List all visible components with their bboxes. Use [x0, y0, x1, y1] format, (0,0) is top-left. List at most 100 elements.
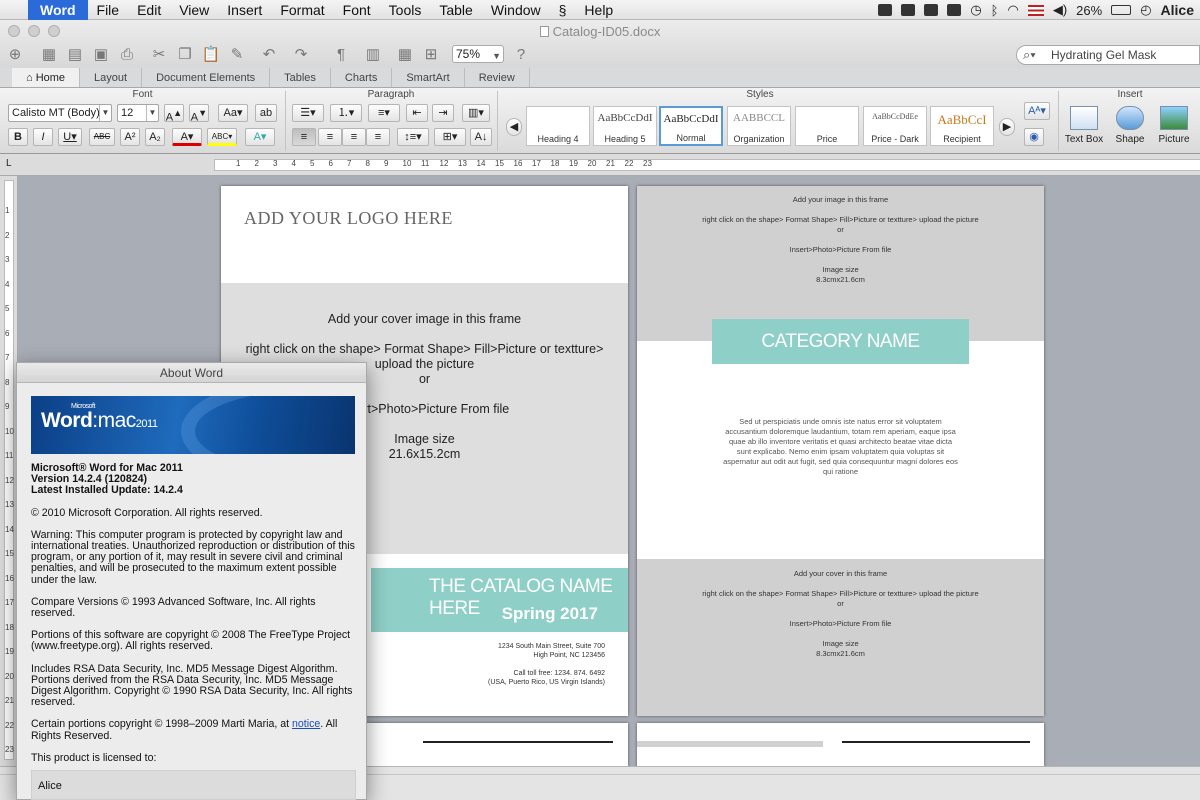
- paste-icon[interactable]: 📋: [200, 44, 222, 64]
- font-name-select[interactable]: Calisto MT (Body) ▼: [8, 104, 112, 122]
- shrink-font-icon[interactable]: A▼: [189, 104, 209, 124]
- tab-stop-icon[interactable]: L: [6, 158, 12, 169]
- menu-window[interactable]: Window: [482, 0, 550, 20]
- style-price[interactable]: Price: [795, 106, 859, 146]
- zoom-select[interactable]: 75% ▼: [452, 45, 504, 63]
- line-spacing-icon[interactable]: ↕≡▾: [397, 128, 429, 146]
- clock-icon[interactable]: ◴: [1140, 2, 1151, 18]
- tab-smartart[interactable]: SmartArt: [392, 68, 465, 87]
- clear-formatting-icon[interactable]: ab: [255, 104, 277, 122]
- justify-icon[interactable]: ≡: [366, 128, 390, 146]
- about-word-dialog[interactable]: About Word Microsoft Word:mac2011 Microso…: [16, 362, 367, 800]
- new-document-icon[interactable]: ⊕: [4, 44, 26, 64]
- tab-document-elements[interactable]: Document Elements: [142, 68, 271, 87]
- manage-styles-icon[interactable]: Aᴬ▾: [1024, 102, 1050, 120]
- flag-icon[interactable]: [1027, 4, 1044, 16]
- show-formatting-icon[interactable]: ¶: [330, 44, 352, 64]
- bluetooth-icon[interactable]: ᛒ: [991, 3, 999, 18]
- category-name-band[interactable]: CATEGORY NAME: [712, 319, 969, 364]
- save-icon[interactable]: ▣: [90, 44, 112, 64]
- sidebar-icon[interactable]: ▥: [362, 44, 384, 64]
- menu-format[interactable]: Format: [271, 0, 333, 20]
- search-input[interactable]: ⌕▾ Hydrating Gel Mask: [1016, 45, 1200, 65]
- menu-insert[interactable]: Insert: [218, 0, 271, 20]
- image-frame-bottom[interactable]: Add your cover in this frame right click…: [637, 559, 1044, 716]
- align-left-icon[interactable]: ≡: [292, 128, 316, 146]
- tab-tables[interactable]: Tables: [270, 68, 331, 87]
- undo-icon[interactable]: ↶: [258, 44, 280, 64]
- styles-pane-icon[interactable]: ◉: [1024, 128, 1044, 146]
- volume-icon[interactable]: ◀): [1053, 2, 1067, 18]
- shape-button[interactable]: Shape: [1110, 106, 1150, 145]
- sort-icon[interactable]: A↓: [470, 128, 492, 146]
- align-right-icon[interactable]: ≡: [342, 128, 366, 146]
- menu-view[interactable]: View: [170, 0, 218, 20]
- bullets-icon[interactable]: ☰▾: [292, 104, 324, 122]
- menu-app-word[interactable]: Word: [28, 0, 88, 20]
- tab-layout[interactable]: Layout: [80, 68, 143, 87]
- apple-menu-icon[interactable]: [0, 0, 28, 20]
- style-organization[interactable]: AABBCCL Organization: [727, 106, 791, 146]
- copy-icon[interactable]: ❐: [174, 44, 196, 64]
- wifi-icon[interactable]: ◠: [1007, 2, 1018, 18]
- dropbox-icon[interactable]: [924, 4, 939, 16]
- horizontal-ruler[interactable]: L 1 2 3 4 5 6 7 8 9 10 11 12 13 14 15 16 17 18 19 20 21 22 23: [0, 154, 1200, 176]
- battery-percent[interactable]: 26%: [1076, 3, 1102, 18]
- style-normal[interactable]: AaBbCcDdI Normal: [659, 106, 723, 146]
- style-heading-4[interactable]: Heading 4: [526, 106, 590, 146]
- borders-icon[interactable]: ⊞▾: [434, 128, 466, 146]
- underline-button[interactable]: U▾: [58, 128, 82, 146]
- image-frame-top[interactable]: Add your image in this frame right click…: [637, 186, 1044, 341]
- menu-edit[interactable]: Edit: [128, 0, 170, 20]
- format-painter-icon[interactable]: ✎: [226, 44, 248, 64]
- logo-placeholder[interactable]: ADD YOUR LOGO HERE: [244, 208, 453, 229]
- wd-drive-icon[interactable]: [947, 4, 962, 16]
- text-box-button[interactable]: Text Box: [1062, 106, 1106, 145]
- user-name[interactable]: Alice: [1161, 2, 1194, 18]
- picture-button[interactable]: Picture: [1152, 106, 1196, 145]
- subscript-button[interactable]: A₂: [145, 128, 165, 146]
- menu-font[interactable]: Font: [334, 0, 380, 20]
- gallery-icon[interactable]: ▦: [394, 44, 416, 64]
- tab-review[interactable]: Review: [465, 68, 530, 87]
- grow-font-icon[interactable]: A▲: [164, 104, 184, 124]
- style-price-dark[interactable]: AaBbCcDdEe Price - Dark: [863, 106, 927, 146]
- open-icon[interactable]: ▤: [64, 44, 86, 64]
- strikethrough-button[interactable]: ABC: [89, 128, 115, 146]
- style-heading-5[interactable]: AaBbCcDdI Heading 5: [593, 106, 657, 146]
- change-case-icon[interactable]: Aa▾: [218, 104, 248, 122]
- page-category[interactable]: Add your image in this frame right click…: [637, 186, 1044, 716]
- superscript-button[interactable]: A²: [120, 128, 140, 146]
- catalog-name-band[interactable]: THE CATALOG NAME HERE Spring 2017: [371, 568, 628, 632]
- increase-indent-icon[interactable]: ⇥: [432, 104, 454, 122]
- templates-icon[interactable]: ▦: [38, 44, 60, 64]
- tab-charts[interactable]: Charts: [331, 68, 393, 87]
- time-machine-icon[interactable]: ◷: [970, 2, 981, 18]
- italic-button[interactable]: I: [33, 128, 53, 146]
- text-effects-button[interactable]: A▾: [245, 128, 275, 146]
- skype-icon[interactable]: [878, 4, 893, 16]
- styles-prev-icon[interactable]: ◀: [506, 118, 522, 136]
- menu-help[interactable]: Help: [575, 0, 622, 20]
- cut-icon[interactable]: ✂: [148, 44, 170, 64]
- numbering-icon[interactable]: ⒈▾: [330, 104, 362, 122]
- tab-home[interactable]: ⌂ Home: [12, 68, 81, 87]
- redo-icon[interactable]: ↷: [290, 44, 312, 64]
- help-icon[interactable]: ?: [510, 44, 532, 64]
- print-icon[interactable]: ⎙: [116, 44, 138, 64]
- multilevel-list-icon[interactable]: ≡▾: [368, 104, 400, 122]
- evernote-icon[interactable]: [901, 4, 916, 16]
- menu-file[interactable]: File: [88, 0, 129, 20]
- font-size-select[interactable]: 12 ▼: [117, 104, 159, 122]
- columns-icon[interactable]: ▥▾: [462, 104, 490, 122]
- styles-next-icon[interactable]: ▶: [999, 118, 1015, 136]
- category-description[interactable]: Sed ut perspiciatis unde omnis iste natu…: [722, 417, 959, 477]
- bold-button[interactable]: B: [8, 128, 28, 146]
- toolbox-icon[interactable]: ⊞: [420, 44, 442, 64]
- decrease-indent-icon[interactable]: ⇤: [406, 104, 428, 122]
- style-recipient[interactable]: AaBbCcI Recipient: [930, 106, 994, 146]
- highlight-button[interactable]: ABC▾: [207, 128, 237, 146]
- font-color-button[interactable]: A▾: [172, 128, 202, 146]
- menu-tools[interactable]: Tools: [380, 0, 431, 20]
- notice-link[interactable]: notice: [292, 718, 320, 730]
